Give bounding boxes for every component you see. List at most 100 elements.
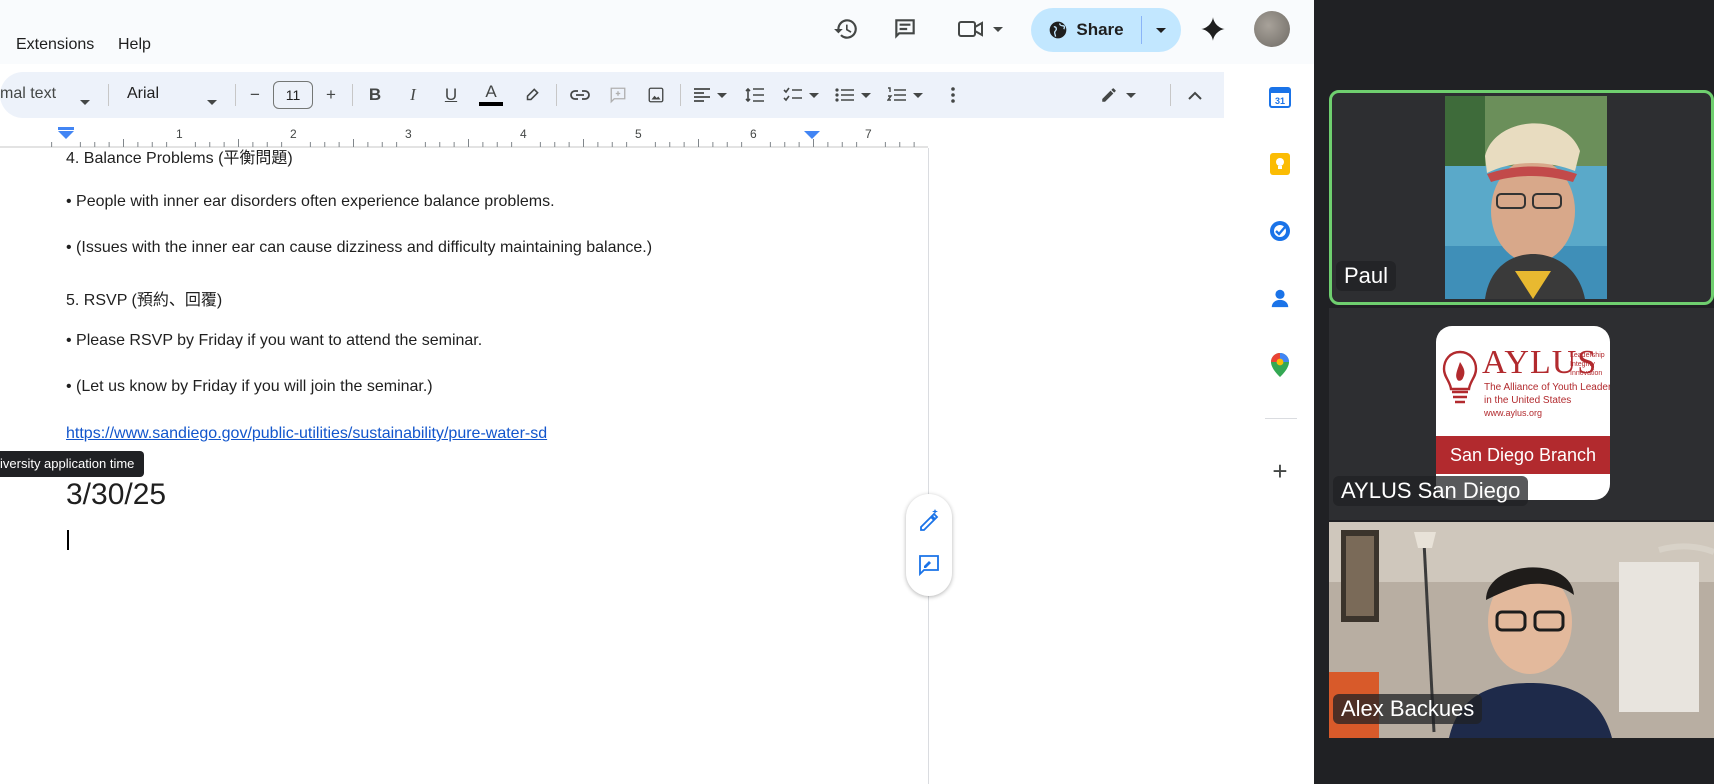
account-avatar[interactable] [1254, 11, 1290, 47]
chevron-down-icon [861, 92, 871, 98]
ruler-mark: 2 [290, 127, 297, 141]
decrease-font-size-button[interactable]: − [240, 80, 270, 110]
menu-help[interactable]: Help [118, 36, 151, 54]
participant-tile[interactable]: Paul [1329, 90, 1714, 305]
align-left-icon[interactable] [688, 80, 732, 110]
toolbar-divider [680, 84, 681, 106]
text-color-swatch [479, 102, 503, 106]
gemini-sparkle-icon[interactable] [1193, 12, 1233, 46]
doc-paragraph: • People with inner ear disorders often … [66, 193, 555, 210]
text-color-label: A [485, 82, 497, 101]
chevron-down-icon [809, 92, 819, 98]
bulleted-list-icon[interactable] [831, 80, 875, 110]
doc-heading-rsvp: 5. RSVP (預約、回覆) [66, 292, 223, 309]
meet-camera-icon[interactable] [950, 12, 1010, 46]
numbered-list-icon[interactable] [883, 80, 927, 110]
checklist-icon[interactable] [779, 80, 823, 110]
chevron-down-icon [207, 92, 217, 110]
paragraph-style-select[interactable]: mal text [0, 85, 56, 103]
version-history-icon[interactable] [826, 12, 866, 46]
aylus-subtitle: in the United States [1484, 395, 1572, 406]
doc-paragraph: • (Issues with the inner ear can cause d… [66, 239, 653, 256]
aylus-logo: AYLUS Leadership Integrity Innovation Th… [1436, 326, 1610, 500]
share-dropdown-button[interactable] [1143, 8, 1179, 52]
chevron-down-icon [717, 92, 727, 98]
text-color-button[interactable]: A [476, 80, 506, 110]
ruler-mark: 5 [635, 127, 642, 141]
page-edge [928, 148, 929, 784]
ruler-mark: 7 [865, 127, 872, 141]
formatting-toolbar: mal text Arial − + B I U A [0, 72, 1224, 118]
chevron-down-icon [993, 26, 1003, 32]
editing-mode-pencil-icon[interactable] [1096, 80, 1140, 110]
participant-tile[interactable]: AYLUS Leadership Integrity Innovation Th… [1329, 308, 1714, 520]
ruler-mark: 1 [176, 127, 183, 141]
chevron-up-icon[interactable] [1180, 80, 1210, 110]
increase-font-size-button[interactable]: + [316, 80, 346, 110]
side-panel: 31 + [1251, 64, 1311, 784]
participant-video-paul [1445, 96, 1607, 299]
tooltip: iversity application time [0, 451, 145, 477]
docs-header: Extensions Help Share [0, 0, 1314, 64]
add-addon-button[interactable]: + [1265, 456, 1295, 486]
font-family-select[interactable]: Arial [127, 85, 159, 103]
aylus-branch-banner: San Diego Branch [1436, 436, 1610, 474]
doc-date-heading: 3/30/25 [66, 478, 167, 511]
doc-link[interactable]: https://www.sandiego.gov/public-utilitie… [66, 425, 547, 442]
share-label: Share [1076, 20, 1124, 39]
participant-name: AYLUS San Diego [1333, 476, 1529, 506]
italic-button[interactable]: I [398, 80, 428, 110]
toolbar-divider [235, 84, 236, 106]
aylus-url: www.aylus.org [1484, 408, 1543, 418]
toolbar-divider [1170, 84, 1171, 106]
doc-heading-balance: 4. Balance Problems (平衡問題) [66, 150, 293, 167]
doc-paragraph: • (Let us know by Friday if you will joi… [66, 378, 433, 395]
contacts-icon[interactable] [1265, 283, 1295, 313]
lightbulb-flame-icon [1442, 350, 1478, 404]
maps-icon[interactable] [1265, 350, 1295, 380]
add-comment-icon[interactable] [603, 80, 633, 110]
comments-icon[interactable] [885, 12, 925, 46]
participant-tile[interactable]: Alex Backues [1329, 522, 1714, 738]
share-divider [1141, 16, 1142, 44]
toolbar-divider [556, 84, 557, 106]
highlight-pen-icon[interactable] [517, 80, 547, 110]
menu-extensions[interactable]: Extensions [16, 36, 94, 54]
link-icon[interactable] [565, 80, 595, 110]
participant-name: Paul [1336, 261, 1397, 291]
chevron-down-icon [1156, 27, 1166, 33]
bold-button[interactable]: B [360, 80, 390, 110]
doc-paragraph: • Please RSVP by Friday if you want to a… [66, 332, 483, 349]
calendar-day: 31 [1275, 96, 1285, 106]
aylus-motto: Integrity [1570, 361, 1595, 368]
ruler-mark: 4 [520, 127, 527, 141]
share-button[interactable]: Share [1031, 8, 1181, 52]
aylus-motto: Leadership [1570, 352, 1605, 359]
participant-name: Alex Backues [1333, 694, 1483, 724]
chevron-down-icon [913, 92, 923, 98]
more-options-icon[interactable] [938, 80, 968, 110]
line-spacing-icon[interactable] [740, 80, 770, 110]
share-main[interactable]: Share [1031, 8, 1141, 52]
toolbar-divider [108, 84, 109, 106]
globe-icon [1050, 21, 1067, 39]
underline-button[interactable]: U [436, 80, 466, 110]
aylus-motto: Innovation [1570, 370, 1603, 377]
text-cursor [67, 530, 69, 550]
aylus-subtitle: The Alliance of Youth Leaders [1484, 382, 1610, 393]
font-size-input[interactable]: 11 [273, 81, 313, 109]
tasks-icon[interactable] [1265, 216, 1295, 246]
meet-participants-panel: Paul AYLUS Leadership Integrity Innovati… [1314, 0, 1714, 784]
insert-image-icon[interactable] [641, 80, 671, 110]
chevron-down-icon [80, 92, 90, 110]
docs-window: Extensions Help Share mal text Arial − +… [0, 0, 1314, 784]
suggest-edit-icon[interactable] [914, 550, 944, 580]
toolbar-divider [352, 84, 353, 106]
keep-icon[interactable] [1265, 149, 1295, 179]
side-panel-divider [1265, 418, 1297, 419]
help-me-write-icon[interactable] [914, 504, 944, 534]
calendar-icon[interactable]: 31 [1265, 82, 1295, 112]
ruler-mark: 3 [405, 127, 412, 141]
ruler-mark: 6 [750, 127, 757, 141]
chevron-down-icon [1126, 92, 1136, 98]
